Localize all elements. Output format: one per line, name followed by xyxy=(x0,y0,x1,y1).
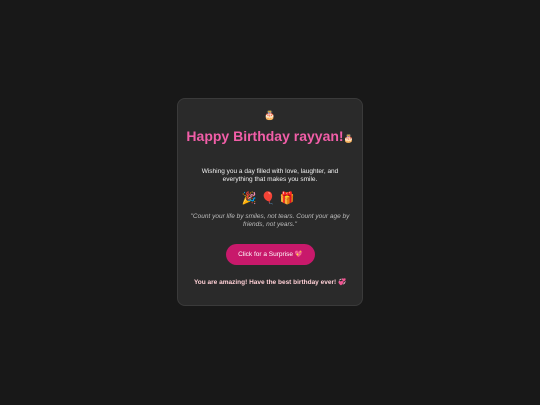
birthday-card: 🎂 Happy Birthday rayyan!🎂 Wishing you a … xyxy=(177,98,363,306)
emoji-row: 🎉🎈🎁 xyxy=(178,191,362,205)
balloon-icon: 🎈 xyxy=(260,191,280,205)
wish-message: Wishing you a day filled with love, laug… xyxy=(201,168,339,183)
surprise-button[interactable]: Click for a Surprise 💖 xyxy=(226,244,315,265)
title-text: Happy Birthday rayyan! xyxy=(186,128,344,144)
party-popper-icon: 🎉 xyxy=(241,191,261,205)
birthday-title: Happy Birthday rayyan!🎂 xyxy=(186,127,354,148)
small-cake-icon: 🎂 xyxy=(343,134,354,143)
amazing-message: You are amazing! Have the best birthday … xyxy=(193,279,347,286)
birthday-quote: "Count your life by smiles, not tears. C… xyxy=(190,213,350,228)
gift-icon: 🎁 xyxy=(279,191,299,205)
cake-icon: 🎂 xyxy=(264,110,276,120)
